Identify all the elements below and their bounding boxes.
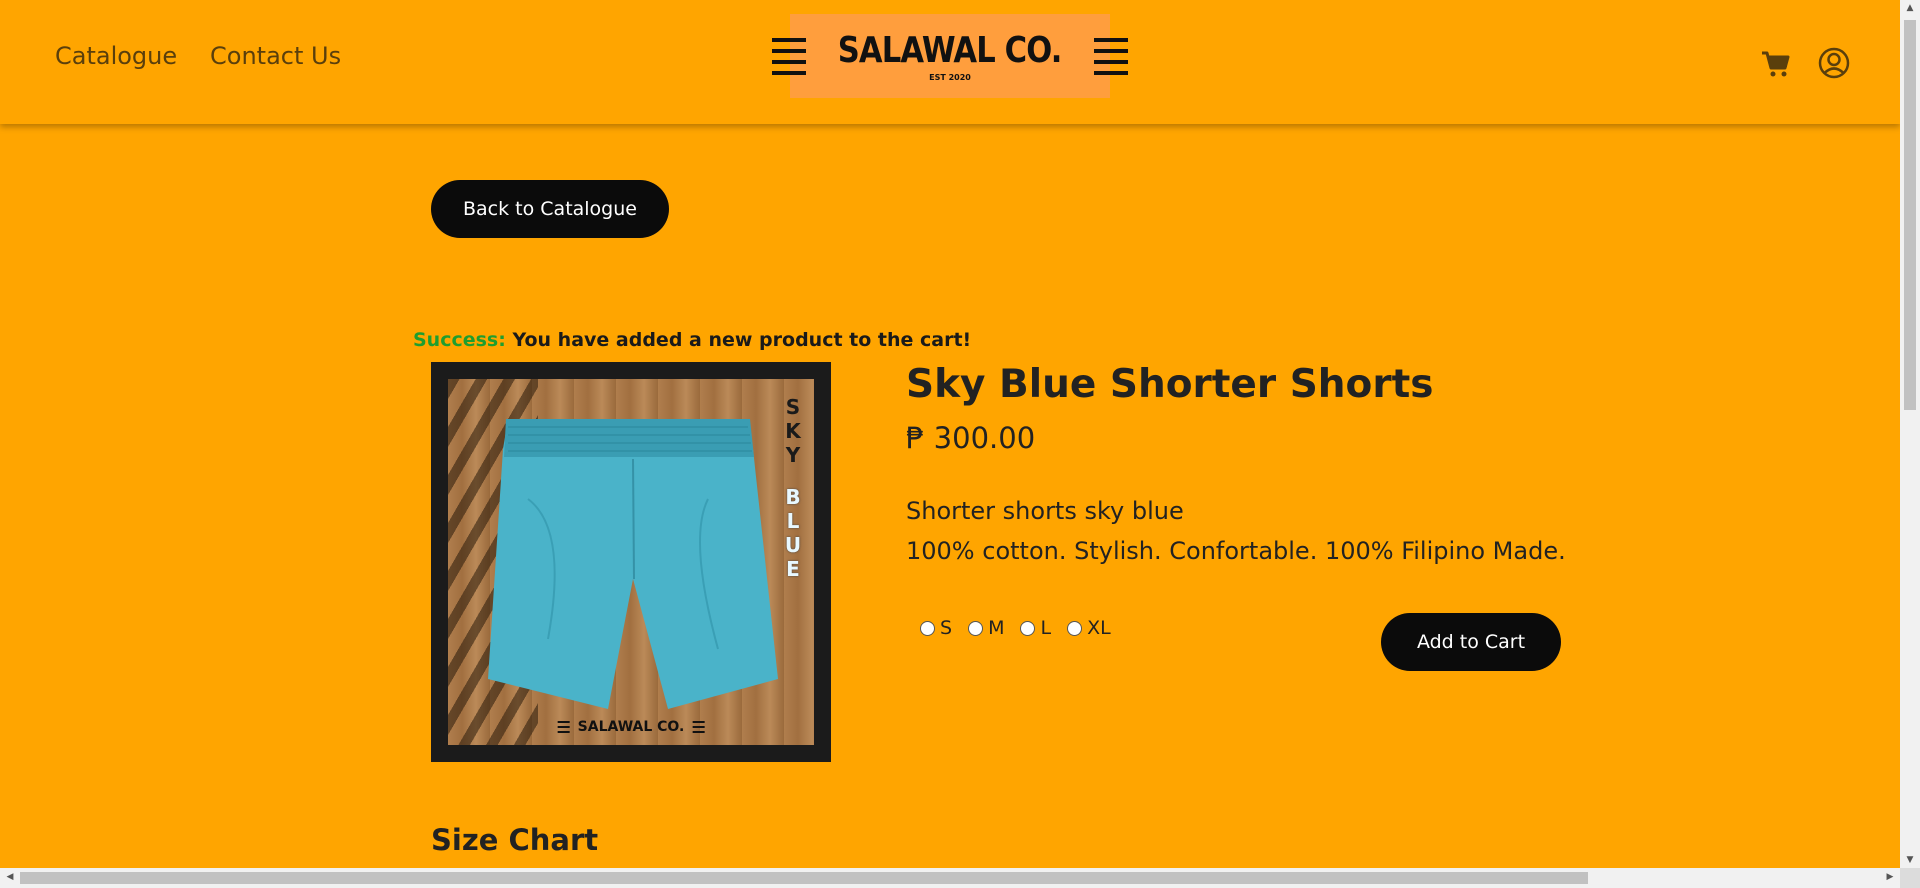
- size-option-l[interactable]: L: [1020, 617, 1051, 639]
- alert-message: You have added a new product to the cart…: [512, 329, 972, 351]
- scroll-left-arrow-icon[interactable]: ◀: [0, 872, 20, 882]
- nav-contact-link[interactable]: Contact Us: [210, 42, 341, 70]
- brand-logo[interactable]: SALAWAL CO. EST 2020: [772, 14, 1128, 98]
- size-option-m[interactable]: M: [968, 617, 1004, 639]
- back-to-catalogue-button[interactable]: Back to Catalogue: [431, 180, 669, 238]
- product-image: S K Y B L U E SALAWAL CO.: [431, 362, 831, 762]
- logo-bars-left: [772, 37, 807, 75]
- scroll-right-arrow-icon[interactable]: ▶: [1880, 872, 1900, 882]
- shorts-graphic: [488, 419, 778, 709]
- size-option-xl[interactable]: XL: [1067, 617, 1111, 639]
- size-option-s[interactable]: S: [920, 617, 952, 639]
- product-price: ₱ 300.00: [906, 421, 1036, 455]
- logo-est: EST 2020: [929, 73, 971, 82]
- success-alert: Success: You have added a new product to…: [413, 329, 971, 351]
- logo-name: SALAWAL CO.: [838, 30, 1063, 71]
- horizontal-scroll-thumb[interactable]: [20, 872, 1588, 884]
- size-chart-heading: Size Chart: [431, 823, 599, 857]
- size-radio-m[interactable]: [968, 620, 984, 636]
- product-description-line1: Shorter shorts sky blue: [906, 497, 1184, 525]
- size-selector: S M L XL: [920, 617, 1127, 639]
- add-to-cart-button[interactable]: Add to Cart: [1381, 613, 1561, 671]
- cart-icon[interactable]: [1760, 48, 1792, 80]
- scrollbar-corner: [1900, 868, 1920, 888]
- vertical-scrollbar[interactable]: ▲ ▼: [1900, 0, 1920, 888]
- size-radio-xl[interactable]: [1067, 620, 1083, 636]
- scroll-up-arrow-icon[interactable]: ▲: [1900, 3, 1920, 13]
- vertical-scroll-thumb[interactable]: [1904, 20, 1916, 410]
- product-title: Sky Blue Shorter Shorts: [906, 362, 1434, 407]
- image-side-text: S K Y B L U E: [784, 395, 802, 581]
- scroll-down-arrow-icon[interactable]: ▼: [1900, 855, 1920, 865]
- horizontal-scrollbar[interactable]: ◀ ▶: [0, 868, 1900, 888]
- product-description-line2: 100% cotton. Stylish. Confortable. 100% …: [906, 537, 1566, 565]
- site-header: Catalogue Contact Us SALAWAL CO. EST 202…: [0, 0, 1900, 124]
- alert-label: Success:: [413, 329, 506, 351]
- image-logo: SALAWAL CO.: [557, 719, 705, 735]
- user-circle-icon[interactable]: [1818, 47, 1850, 79]
- nav-catalogue-link[interactable]: Catalogue: [55, 42, 177, 70]
- logo-bars-right: [1093, 37, 1128, 75]
- size-radio-l[interactable]: [1020, 620, 1036, 636]
- size-radio-s[interactable]: [920, 620, 935, 636]
